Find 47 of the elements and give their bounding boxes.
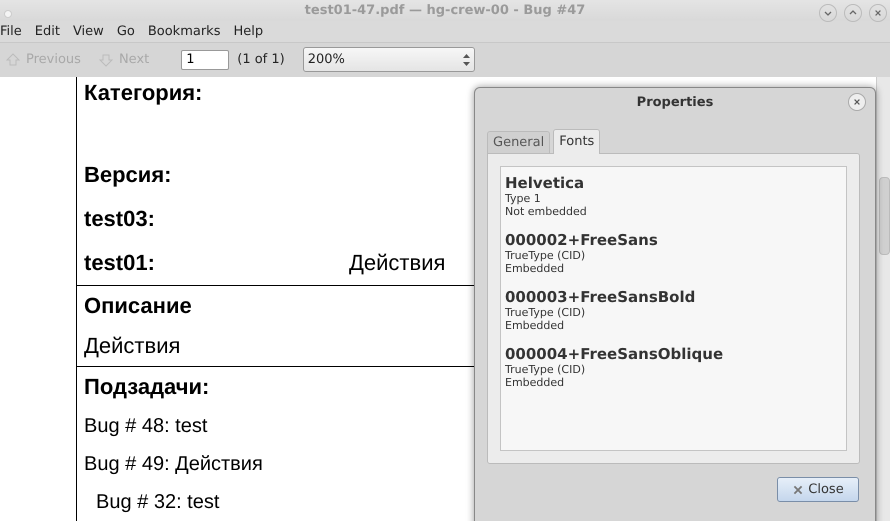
menu-item[interactable]: Go xyxy=(116,24,142,39)
font-type: Type 1 xyxy=(505,192,542,205)
page-count: (1 of 1) xyxy=(237,52,285,68)
font-type: TrueType (CID) xyxy=(505,306,586,319)
dialog-title: Properties xyxy=(636,94,714,110)
chevron-down-icon xyxy=(824,9,832,17)
font-name: Helvetica xyxy=(505,174,586,192)
menu-item[interactable]: Bookmarks xyxy=(148,24,228,39)
close-icon xyxy=(792,484,804,496)
font-type: TrueType (CID) xyxy=(505,363,586,376)
zoom-select[interactable]: 200% xyxy=(302,47,475,72)
window-dot-icon xyxy=(4,10,12,18)
font-name: 000003+FreeSansBold xyxy=(505,288,696,306)
description-text: Действия xyxy=(84,332,180,360)
font-name: 000004+FreeSansOblique xyxy=(505,345,724,363)
menu-item[interactable]: Help xyxy=(233,24,270,39)
chevron-up-icon xyxy=(849,9,857,17)
tab[interactable]: Fonts xyxy=(553,129,600,154)
font-type: TrueType (CID) xyxy=(505,249,586,262)
close-dialog-button[interactable]: Close xyxy=(777,477,859,502)
font-name: 000002+FreeSans xyxy=(505,231,659,249)
scrollbar[interactable] xyxy=(876,77,890,521)
font-embedding: Embedded xyxy=(505,376,566,389)
close-icon xyxy=(853,98,861,106)
field-label: test01: xyxy=(84,250,156,276)
field-value: Действия xyxy=(349,250,446,276)
menu-item[interactable]: Edit xyxy=(34,24,67,39)
subtask-text: Bug # 48: test xyxy=(84,414,208,439)
field-label: Категория: xyxy=(84,80,204,106)
menu-item[interactable]: View xyxy=(72,24,111,39)
font-embedding: Not embedded xyxy=(505,205,588,218)
page-field[interactable]: 1 xyxy=(181,50,230,70)
scrollbar-thumb[interactable] xyxy=(879,177,890,255)
dialog-close-button[interactable] xyxy=(848,93,866,111)
tab[interactable]: General xyxy=(487,131,550,153)
spinner-icon xyxy=(462,52,470,67)
font-embedding: Embedded xyxy=(505,262,566,275)
section-heading: Подзадачи: xyxy=(84,373,210,401)
field-label: test03: xyxy=(84,206,156,232)
subtask-text: Bug # 49: Действия xyxy=(84,452,263,477)
close-icon xyxy=(874,9,882,17)
field-label: Версия: xyxy=(84,162,172,188)
subtask-text: Bug # 32: test xyxy=(95,490,220,515)
window-title: test01-47.pdf — hg-crew-00 - Bug #47 xyxy=(304,2,586,18)
menu-item[interactable]: File xyxy=(0,24,29,39)
font-embedding: Embedded xyxy=(505,319,566,332)
section-heading: Описание xyxy=(84,292,192,320)
